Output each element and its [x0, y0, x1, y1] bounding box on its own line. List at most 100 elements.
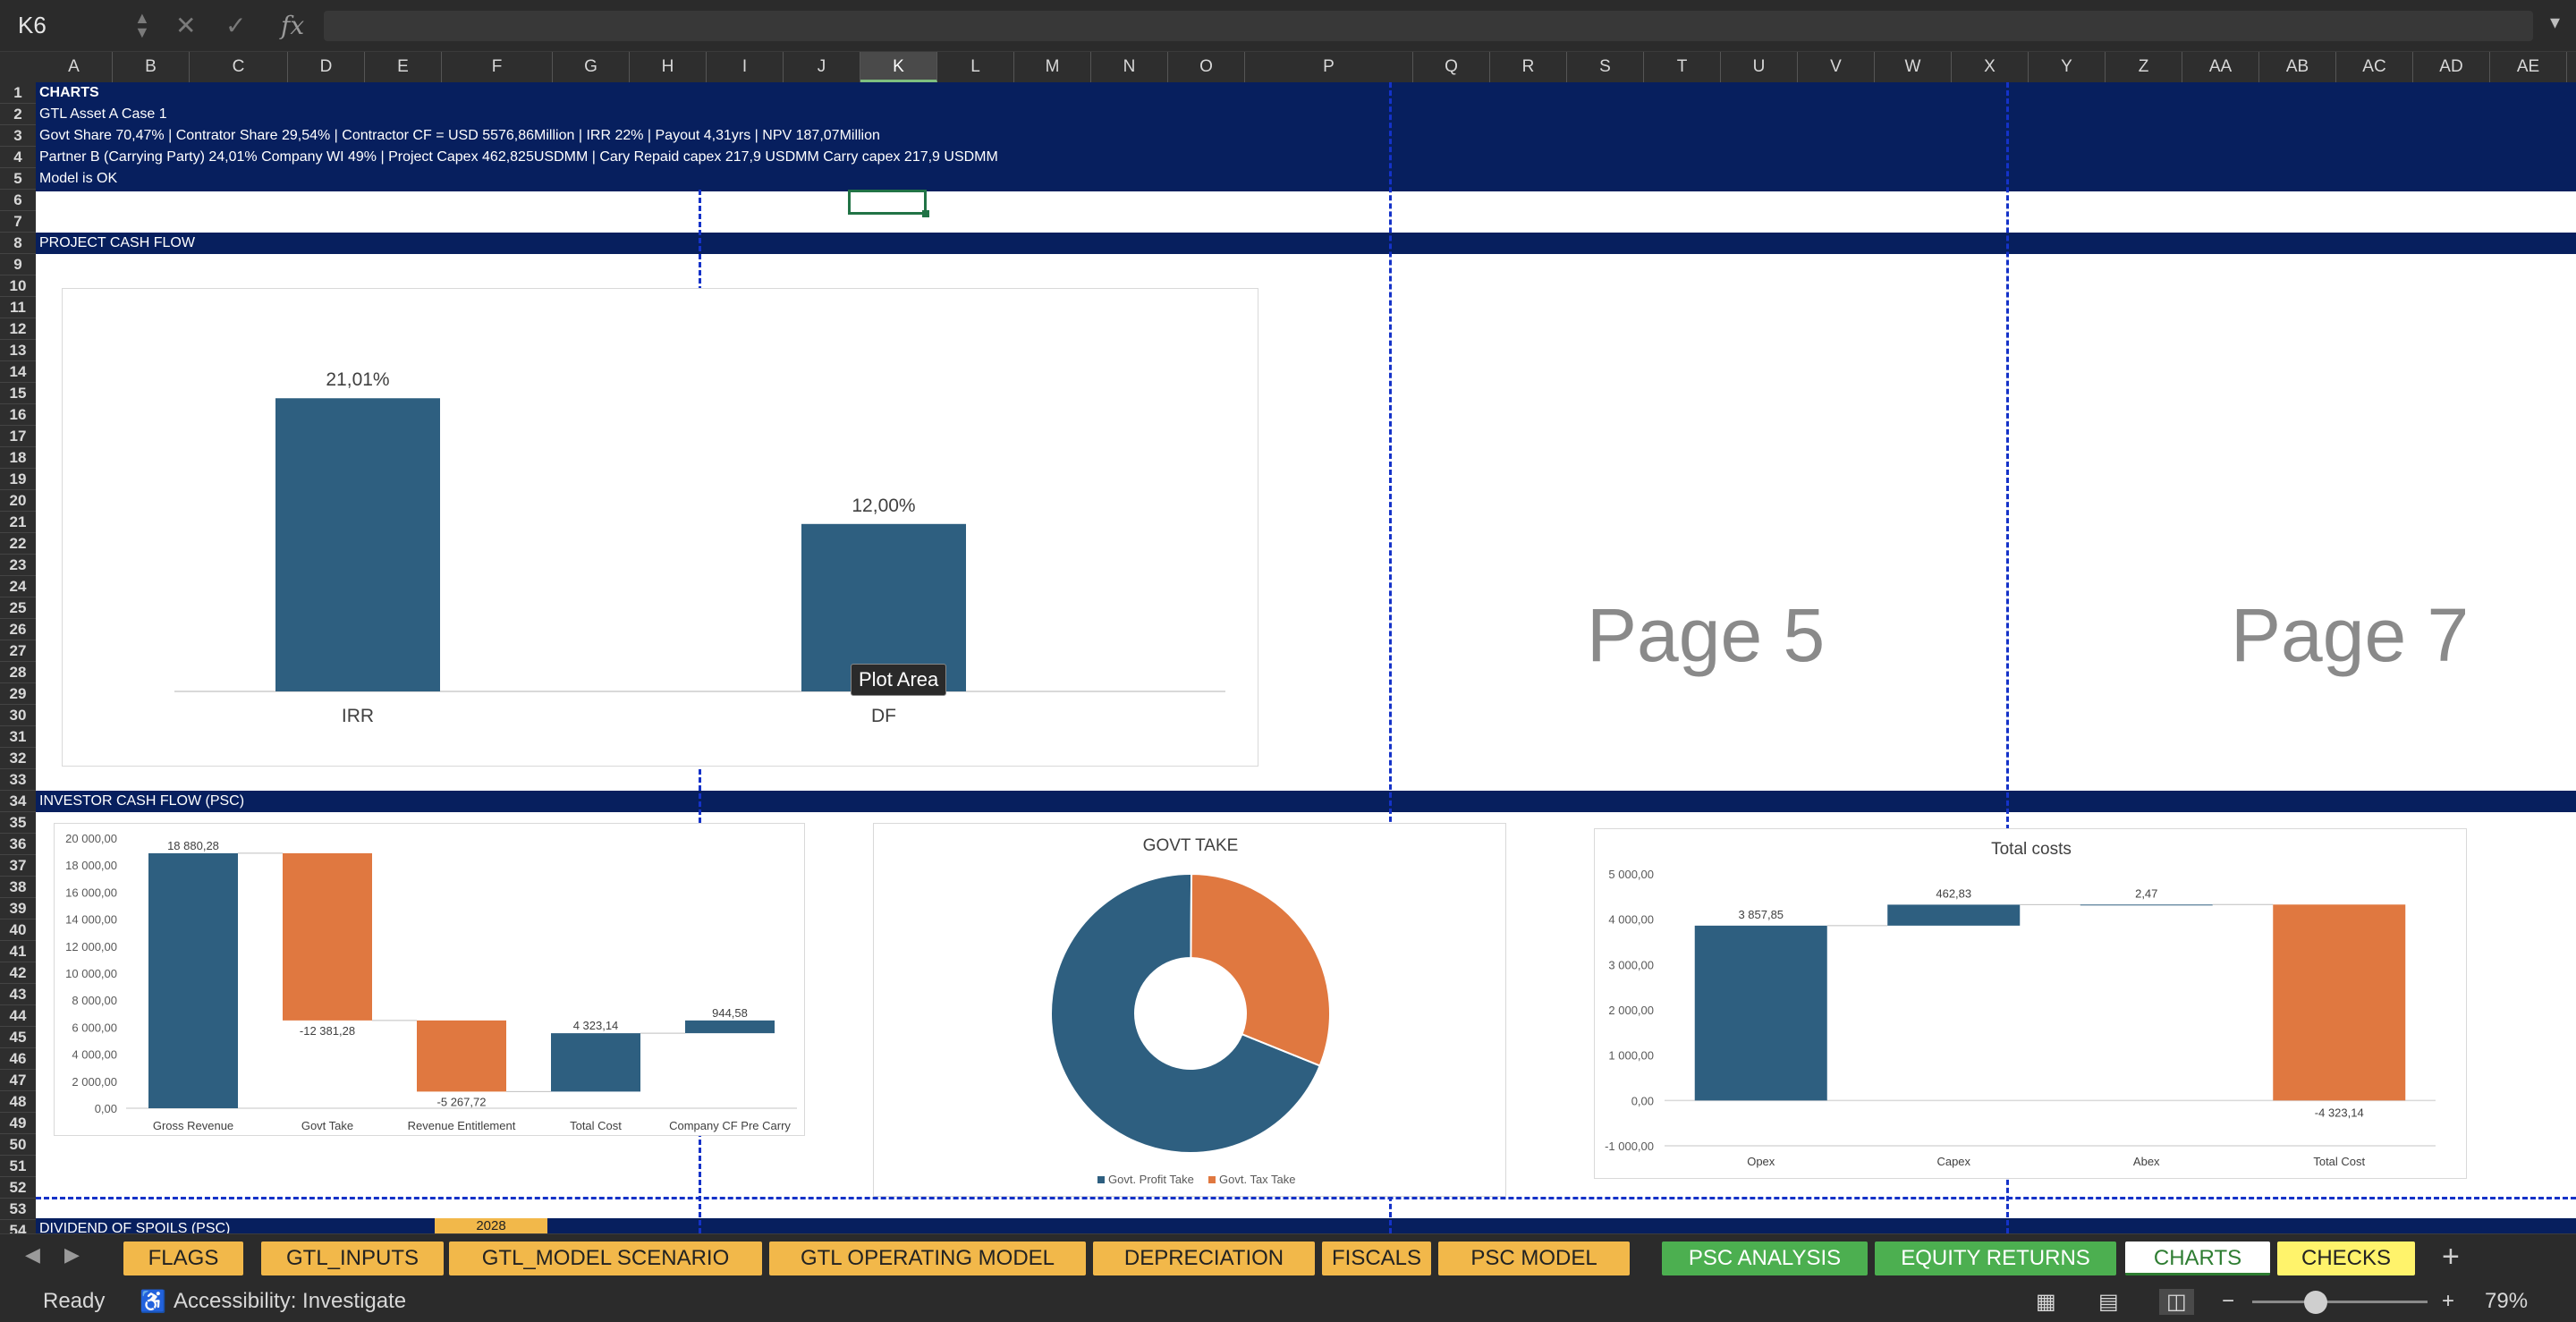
column-header-p[interactable]: P: [1245, 52, 1413, 82]
zoom-slider[interactable]: [2252, 1301, 2428, 1303]
row-header-52[interactable]: 52: [0, 1177, 36, 1199]
column-header-l[interactable]: L: [937, 52, 1014, 82]
prev-sheet-icon[interactable]: ◀: [25, 1243, 40, 1267]
row-header-1[interactable]: 1: [0, 82, 36, 104]
row-header-2[interactable]: 2: [0, 104, 36, 125]
row-header-13[interactable]: 13: [0, 340, 36, 361]
zoom-out-icon[interactable]: −: [2222, 1289, 2234, 1314]
row-header-45[interactable]: 45: [0, 1027, 36, 1048]
row-header-29[interactable]: 29: [0, 683, 36, 705]
column-header-d[interactable]: D: [288, 52, 365, 82]
tab-gtl-model-scenario[interactable]: GTL_MODEL SCENARIO: [449, 1241, 762, 1275]
normal-view-icon[interactable]: ▦: [2036, 1289, 2056, 1315]
column-header-i[interactable]: I: [707, 52, 784, 82]
column-header-b[interactable]: B: [113, 52, 190, 82]
row-header-4[interactable]: 4: [0, 147, 36, 168]
row-header-28[interactable]: 28: [0, 662, 36, 683]
namebox-stepper-icon[interactable]: ▲ ▼: [134, 10, 150, 40]
formula-expand-icon[interactable]: ▾: [2550, 11, 2560, 34]
accessibility-status[interactable]: Accessibility: Investigate: [174, 1289, 406, 1314]
column-header-o[interactable]: O: [1168, 52, 1245, 82]
column-header-x[interactable]: X: [1952, 52, 2029, 82]
row-header-37[interactable]: 37: [0, 855, 36, 877]
row-header-32[interactable]: 32: [0, 748, 36, 769]
row-header-22[interactable]: 22: [0, 533, 36, 555]
column-header-q[interactable]: Q: [1413, 52, 1490, 82]
worksheet-grid[interactable]: CHARTS GTL Asset A Case 1 Govt Share 70,…: [36, 82, 2576, 1233]
chart-govt-take[interactable]: GOVT TAKE Govt. Profit Take Govt. Tax Take: [873, 823, 1506, 1197]
column-header-y[interactable]: Y: [2029, 52, 2106, 82]
tab-fiscals[interactable]: FISCALS: [1322, 1241, 1431, 1275]
row-header-44[interactable]: 44: [0, 1005, 36, 1027]
column-header-h[interactable]: H: [630, 52, 707, 82]
column-header-k[interactable]: K: [860, 52, 937, 82]
row-header-40[interactable]: 40: [0, 919, 36, 941]
row-header-19[interactable]: 19: [0, 469, 36, 490]
column-header-c[interactable]: C: [190, 52, 288, 82]
column-header-r[interactable]: R: [1490, 52, 1567, 82]
next-sheet-icon[interactable]: ▶: [64, 1243, 80, 1267]
column-header-g[interactable]: G: [553, 52, 630, 82]
tab-equity-returns[interactable]: EQUITY RETURNS: [1875, 1241, 2116, 1275]
column-header-f[interactable]: F: [442, 52, 553, 82]
row-header-27[interactable]: 27: [0, 640, 36, 662]
row-header-35[interactable]: 35: [0, 812, 36, 834]
row-header-47[interactable]: 47: [0, 1070, 36, 1091]
tab-psc-model[interactable]: PSC MODEL: [1438, 1241, 1630, 1275]
zoom-level[interactable]: 79%: [2485, 1289, 2528, 1314]
tab-gtl-operating-model[interactable]: GTL OPERATING MODEL: [769, 1241, 1086, 1275]
row-header-14[interactable]: 14: [0, 361, 36, 383]
row-header-36[interactable]: 36: [0, 834, 36, 855]
row-header-43[interactable]: 43: [0, 984, 36, 1005]
row-header-21[interactable]: 21: [0, 512, 36, 533]
column-header-ac[interactable]: AC: [2336, 52, 2413, 82]
row-header-8[interactable]: 8: [0, 233, 36, 254]
row-header-10[interactable]: 10: [0, 275, 36, 297]
column-header-s[interactable]: S: [1567, 52, 1644, 82]
row-header-6[interactable]: 6: [0, 190, 36, 211]
row-header-39[interactable]: 39: [0, 898, 36, 919]
row-header-50[interactable]: 50: [0, 1134, 36, 1156]
tab-gtl-inputs[interactable]: GTL_INPUTS: [261, 1241, 444, 1275]
zoom-slider-handle[interactable]: [2304, 1291, 2327, 1314]
column-header-j[interactable]: J: [784, 52, 860, 82]
enter-check-icon[interactable]: ✓: [225, 11, 246, 40]
row-header-12[interactable]: 12: [0, 318, 36, 340]
row-header-42[interactable]: 42: [0, 962, 36, 984]
column-header-ae[interactable]: AE: [2490, 52, 2567, 82]
row-header-53[interactable]: 53: [0, 1199, 36, 1220]
column-header-ab[interactable]: AB: [2259, 52, 2336, 82]
row-header-48[interactable]: 48: [0, 1091, 36, 1113]
row-header-23[interactable]: 23: [0, 555, 36, 576]
selected-cell-k6[interactable]: [848, 190, 929, 217]
row-header-11[interactable]: 11: [0, 297, 36, 318]
chart-irr-df[interactable]: 21,01% IRR 12,00% DF: [62, 288, 1258, 767]
row-header-20[interactable]: 20: [0, 490, 36, 512]
tab-flags[interactable]: FLAGS: [123, 1241, 243, 1275]
page-break-view-icon[interactable]: ◫: [2159, 1289, 2194, 1315]
column-header-v[interactable]: V: [1798, 52, 1875, 82]
row-header-41[interactable]: 41: [0, 941, 36, 962]
row-header-46[interactable]: 46: [0, 1048, 36, 1070]
tab-checks[interactable]: CHECKS: [2277, 1241, 2415, 1275]
cancel-icon[interactable]: ✕: [175, 11, 196, 40]
column-header-e[interactable]: E: [365, 52, 442, 82]
row-header-38[interactable]: 38: [0, 877, 36, 898]
column-header-a[interactable]: A: [36, 52, 113, 82]
row-header-34[interactable]: 34: [0, 791, 36, 812]
row-header-31[interactable]: 31: [0, 726, 36, 748]
row-header-9[interactable]: 9: [0, 254, 36, 275]
row-header-18[interactable]: 18: [0, 447, 36, 469]
row-header-24[interactable]: 24: [0, 576, 36, 597]
row-header-17[interactable]: 17: [0, 426, 36, 447]
row-header-49[interactable]: 49: [0, 1113, 36, 1134]
row-header-33[interactable]: 33: [0, 769, 36, 791]
formula-input[interactable]: [324, 11, 2533, 41]
column-header-w[interactable]: W: [1875, 52, 1952, 82]
column-header-m[interactable]: M: [1014, 52, 1091, 82]
accessibility-icon[interactable]: ♿: [140, 1289, 166, 1315]
column-header-z[interactable]: Z: [2106, 52, 2182, 82]
column-header-t[interactable]: T: [1644, 52, 1721, 82]
column-header-ad[interactable]: AD: [2413, 52, 2490, 82]
chart-total-costs[interactable]: Total costs -1 000,00 0,00 1 000,00 2 000,00…: [1594, 828, 2467, 1179]
